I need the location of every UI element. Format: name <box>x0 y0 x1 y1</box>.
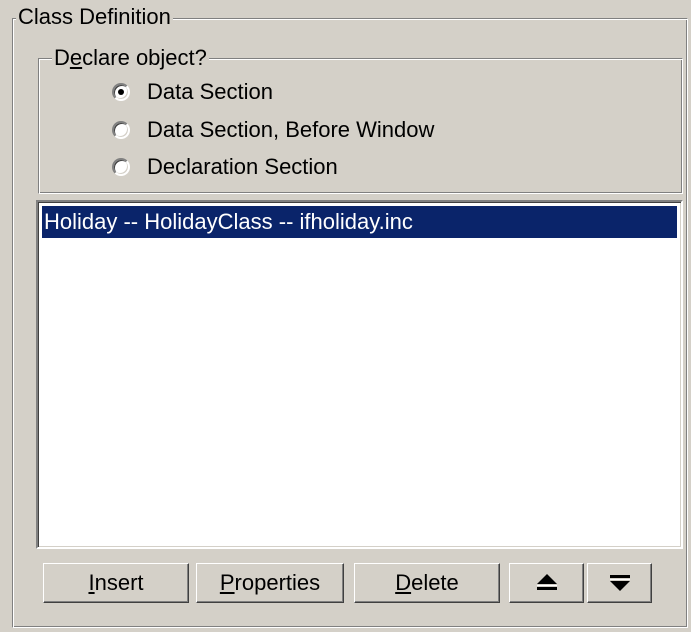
move-down-button[interactable] <box>587 563 652 603</box>
delete-button[interactable]: Delete <box>354 563 500 603</box>
list-item-selected[interactable]: Holiday -- HolidayClass -- ifholiday.inc <box>42 206 677 238</box>
class-list[interactable]: Holiday -- HolidayClass -- ifholiday.inc <box>36 200 683 549</box>
radio-label: Declaration Section <box>147 154 338 179</box>
declare-object-title: Declare object? <box>52 45 209 70</box>
delete-button-label: Delete <box>395 570 459 595</box>
radio-button[interactable] <box>112 158 130 176</box>
radio-data-section[interactable]: Data Section <box>112 77 273 107</box>
arrow-up-icon <box>536 574 557 590</box>
properties-button[interactable]: Properties <box>196 563 344 603</box>
radio-label: Data Section, Before Window <box>147 117 435 142</box>
properties-button-label: Properties <box>219 570 321 595</box>
move-up-button[interactable] <box>509 563 584 603</box>
insert-button-label: Insert <box>88 570 144 595</box>
radio-label: Data Section <box>147 79 273 104</box>
radio-declaration-section[interactable]: Declaration Section <box>112 152 338 182</box>
radio-button[interactable] <box>112 121 130 139</box>
radio-button-checked[interactable] <box>112 83 130 101</box>
radio-data-section-before-window[interactable]: Data Section, Before Window <box>112 115 434 145</box>
arrow-down-icon <box>609 575 630 591</box>
class-definition-title: Class Definition <box>16 4 173 29</box>
insert-button[interactable]: Insert <box>43 563 189 603</box>
